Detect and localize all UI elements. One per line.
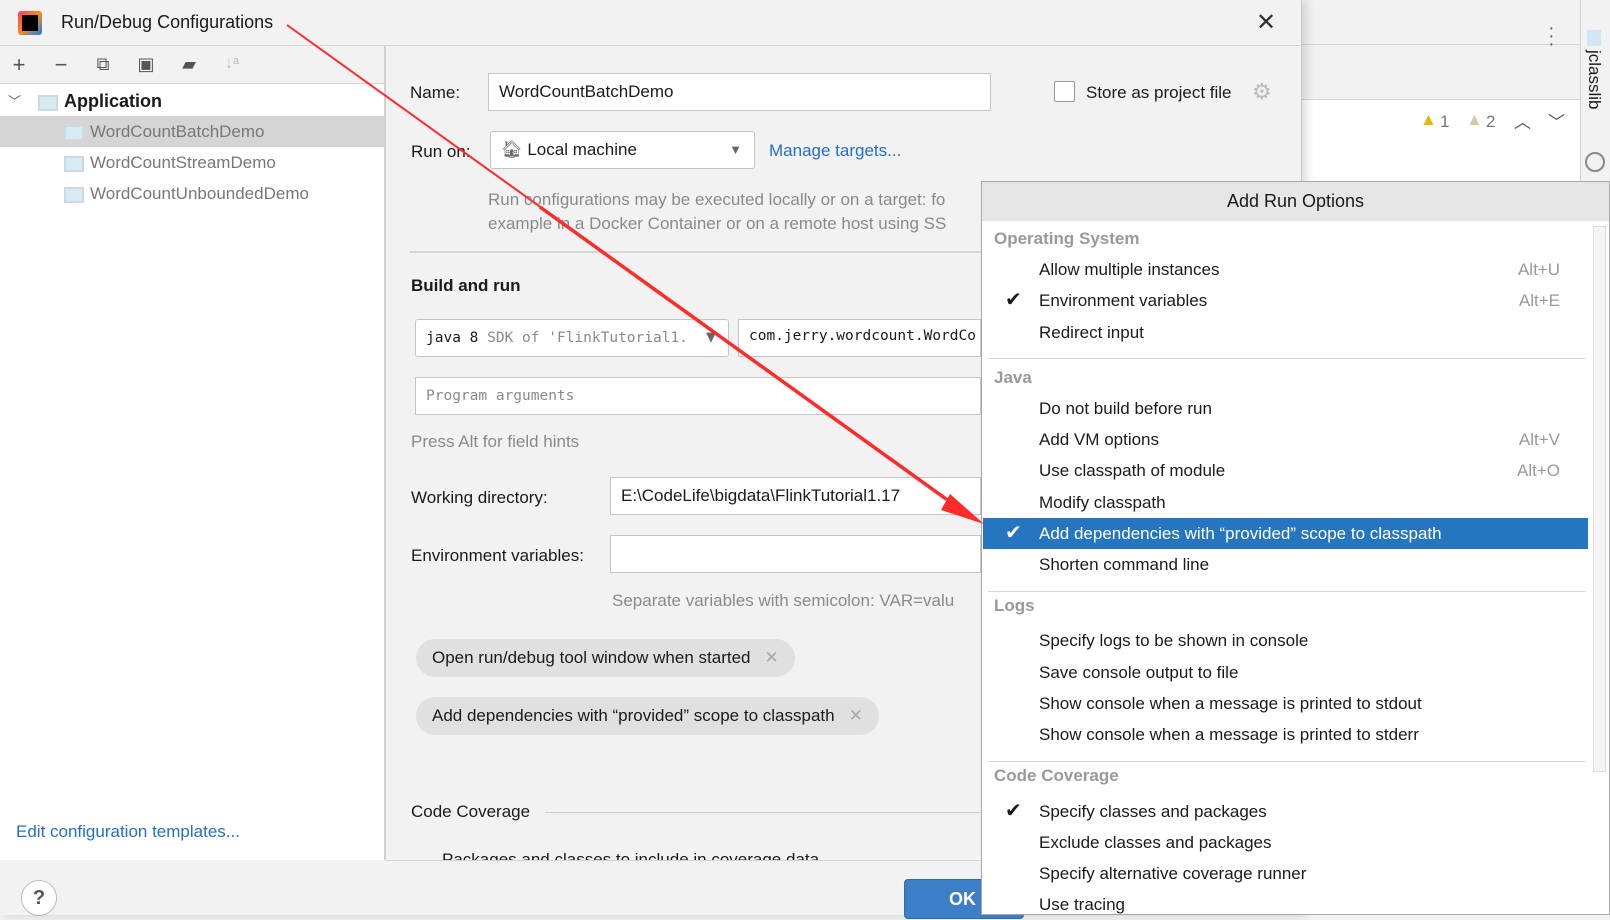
option-chip[interactable]: Add dependencies with “provided” scope t… bbox=[416, 697, 879, 735]
check-icon: ✔ bbox=[1005, 800, 1022, 822]
build-and-run-title: Build and run bbox=[411, 276, 521, 295]
menu-item[interactable]: Use classpath of module Alt+O bbox=[983, 455, 1588, 486]
coverage-subtitle: Packages and classes to include in cover… bbox=[442, 850, 820, 860]
menu-item[interactable]: Allow multiple instances Alt+U bbox=[983, 254, 1588, 285]
add-run-options-popup: Add Run Options Operating System Allow m… bbox=[981, 181, 1610, 915]
title-bar: Run/Debug Configurations ✕ bbox=[0, 0, 1302, 46]
config-icon bbox=[64, 186, 84, 203]
jclasslib-tab[interactable]: jclasslib bbox=[1584, 30, 1608, 110]
intellij-logo-icon bbox=[18, 11, 42, 35]
minus-icon[interactable]: − bbox=[48, 52, 74, 78]
gear-icon[interactable]: ⚙ bbox=[1252, 79, 1272, 105]
run-on-label: Run on: bbox=[411, 142, 471, 161]
check-icon: ✔ bbox=[1005, 522, 1022, 544]
menu-item[interactable]: Do not build before run bbox=[983, 393, 1588, 424]
field-hints-text: Press Alt for field hints bbox=[411, 432, 580, 451]
env-hint-text: Separate variables with semicolon: VAR=v… bbox=[612, 591, 955, 610]
popup-scrollbar[interactable] bbox=[1593, 226, 1606, 772]
tree-item[interactable]: WordCountBatchDemo bbox=[0, 116, 384, 147]
menu-item-highlighted[interactable]: ✔ Add dependencies with “provided” scope … bbox=[983, 518, 1588, 549]
store-as-project-checkbox[interactable] bbox=[1054, 81, 1075, 102]
weak-warning-icon[interactable]: ▲ bbox=[1466, 110, 1483, 130]
remove-chip-icon[interactable]: ✕ bbox=[764, 648, 778, 667]
weak-warning-count: 2 bbox=[1486, 112, 1496, 131]
main-class-input[interactable]: com.jerry.wordcount.WordCo bbox=[738, 319, 981, 357]
jdk-dropdown[interactable]: java 8 SDK of 'FlinkTutorial1. ▼ bbox=[415, 319, 729, 357]
environment-variables-input[interactable] bbox=[610, 535, 981, 573]
environment-variables-label: Environment variables: bbox=[411, 546, 584, 565]
chevron-down-icon[interactable]: ﹀ bbox=[1548, 108, 1565, 133]
run-on-dropdown[interactable]: 🏠︎ Local machine ▼ bbox=[490, 131, 755, 169]
menu-item[interactable]: ✔ Specify classes and packages bbox=[983, 796, 1588, 827]
ide-background: · · · ▲ 1 ▲ 2 ︿ ﹀ jclasslib bbox=[1302, 0, 1610, 181]
group-header: Java bbox=[994, 368, 1032, 387]
plus-icon[interactable]: + bbox=[6, 52, 32, 78]
tree-group-application[interactable]: ﹀ Application bbox=[0, 86, 384, 117]
code-coverage-title: Code Coverage bbox=[411, 802, 531, 821]
more-icon[interactable]: · · · bbox=[1548, 18, 1555, 54]
menu-item[interactable]: Specify logs to be shown in console bbox=[983, 625, 1588, 656]
working-directory-input[interactable]: E:\CodeLife\bigdata\FlinkTutorial1.17 bbox=[610, 477, 981, 515]
tree-item[interactable]: WordCountStreamDemo bbox=[0, 147, 384, 178]
name-label: Name: bbox=[410, 83, 461, 102]
config-icon bbox=[64, 155, 84, 172]
remove-chip-icon[interactable]: ✕ bbox=[849, 706, 863, 725]
dialog-title: Run/Debug Configurations bbox=[61, 12, 274, 32]
working-directory-label: Working directory: bbox=[411, 488, 548, 507]
config-icon bbox=[64, 124, 84, 141]
chevron-down-icon[interactable]: ﹀ bbox=[8, 86, 21, 117]
program-arguments-input[interactable]: Program arguments bbox=[415, 377, 981, 415]
edit-templates-link[interactable]: Edit configuration templates... bbox=[16, 822, 240, 842]
sort-alpha-icon[interactable]: ↓ᵃ bbox=[219, 55, 245, 73]
popup-title: Add Run Options bbox=[982, 182, 1609, 221]
close-icon[interactable]: ✕ bbox=[1256, 8, 1276, 37]
menu-item[interactable]: Shorten command line bbox=[983, 549, 1588, 580]
menu-item[interactable]: Add VM options Alt+V bbox=[983, 424, 1588, 455]
warning-count: 1 bbox=[1440, 112, 1450, 131]
new-folder-icon[interactable]: ▰ bbox=[176, 54, 202, 75]
menu-item[interactable]: Redirect input bbox=[983, 317, 1588, 348]
menu-item[interactable]: Modify classpath bbox=[983, 487, 1588, 518]
menu-item[interactable]: Use tracing bbox=[983, 889, 1588, 920]
menu-item[interactable]: Specify alternative coverage runner bbox=[983, 858, 1588, 889]
home-icon: 🏠︎ bbox=[501, 140, 523, 159]
jclasslib-icon bbox=[1587, 30, 1601, 46]
ai-assistant-icon[interactable] bbox=[1585, 152, 1605, 172]
tree-toolbar: + − ⧉ ▣ ▰ ↓ᵃ bbox=[0, 46, 384, 84]
warning-icon[interactable]: ▲ bbox=[1420, 110, 1437, 130]
menu-item[interactable]: Save console output to file bbox=[983, 657, 1588, 688]
name-input[interactable]: WordCountBatchDemo bbox=[488, 73, 991, 111]
manage-targets-link[interactable]: Manage targets... bbox=[769, 141, 901, 161]
chevron-up-icon[interactable]: ︿ bbox=[1514, 108, 1531, 133]
store-as-project-label[interactable]: Store as project file bbox=[1086, 83, 1232, 103]
check-icon: ✔ bbox=[1005, 289, 1022, 311]
menu-item[interactable]: ✔ Environment variables Alt+E bbox=[983, 285, 1588, 316]
menu-item[interactable]: Exclude classes and packages bbox=[983, 827, 1588, 858]
run-on-description: Run configurations may be executed local… bbox=[488, 190, 947, 233]
tree-item[interactable]: WordCountUnboundedDemo bbox=[0, 178, 384, 209]
application-icon bbox=[38, 94, 58, 111]
copy-icon[interactable]: ⧉ bbox=[90, 54, 116, 75]
save-icon[interactable]: ▣ bbox=[133, 54, 159, 75]
menu-item[interactable]: Show console when a message is printed t… bbox=[983, 719, 1588, 750]
group-header: Code Coverage bbox=[994, 766, 1119, 785]
dropdown-arrow-icon: ▼ bbox=[706, 330, 716, 345]
group-header: Logs bbox=[994, 596, 1035, 615]
group-header: Operating System bbox=[994, 229, 1140, 248]
option-chip[interactable]: Open run/debug tool window when started ✕ bbox=[416, 639, 795, 677]
menu-item[interactable]: Show console when a message is printed t… bbox=[983, 688, 1588, 719]
dropdown-arrow-icon: ▼ bbox=[729, 142, 742, 157]
configurations-tree-pane: + − ⧉ ▣ ▰ ↓ᵃ ﹀ Application WordCountBatc… bbox=[0, 46, 386, 860]
help-button[interactable]: ? bbox=[21, 880, 57, 916]
